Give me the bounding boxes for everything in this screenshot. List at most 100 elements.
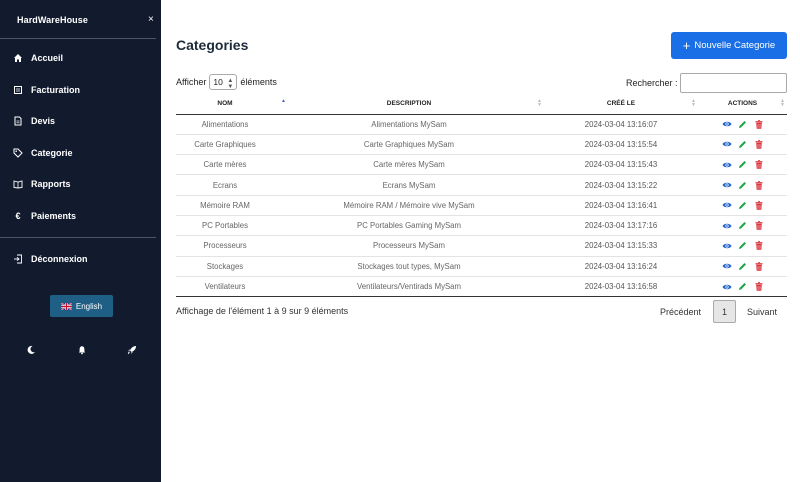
table-row: Ecrans Ecrans MySam 2024-03-04 13:15:22 [176,175,787,196]
column-header-created[interactable]: Créé le ▲ ▼ [544,94,698,114]
cell-description: Carte mères MySam [373,160,445,170]
view-icon[interactable] [722,160,732,170]
view-icon[interactable] [722,119,732,129]
table-row: Ventilateurs Ventilateurs/Ventirads MySam… [176,276,787,297]
edit-icon[interactable] [738,200,748,210]
cell-name: PC Portables [202,221,248,231]
cell-name: Mémoire RAM [200,200,250,210]
chevron-updown-icon: ▲ ▼ [227,78,234,90]
brand-name: HardWareHouse [17,15,88,25]
column-header-label: Créé le [606,100,636,108]
sidebar-item-devis[interactable]: Devis [13,113,153,129]
delete-icon[interactable] [754,160,764,170]
cell-actions [698,134,787,154]
edit-icon[interactable] [738,139,748,149]
edit-icon[interactable] [738,119,748,129]
sidebar-item-facturation[interactable]: Facturation [13,82,153,98]
cell-name: Alimentations [201,119,249,129]
view-icon[interactable] [722,200,732,210]
invoice-icon [13,85,23,95]
edit-icon[interactable] [738,160,748,170]
page-length-select[interactable]: 10 ▲ ▼ [209,74,238,90]
logout-icon [13,254,23,264]
delete-icon[interactable] [754,282,764,292]
cell-name: Ventilateurs [204,282,246,292]
sidebar-item-accueil[interactable]: Accueil [13,50,153,66]
cell-description: Ecrans MySam [382,180,436,190]
view-icon[interactable] [722,180,732,190]
sidebar-item-categorie[interactable]: Categorie [13,145,153,161]
document-icon [13,116,23,126]
search-input[interactable] [680,73,787,93]
cell-actions [698,276,787,296]
home-icon [13,53,23,63]
sidebar: HardWareHouse × Accueil Facturation Devi… [0,0,161,482]
moon-icon[interactable] [26,345,36,355]
cell-actions [698,155,787,175]
view-icon[interactable] [722,261,732,271]
sidebar-item-label: Devis [31,116,56,126]
bell-icon[interactable] [77,345,87,355]
tag-icon [13,148,23,158]
column-header-description[interactable]: Description ▲ ▼ [274,94,544,114]
cell-description: Stockages tout types, MySam [357,261,461,271]
column-header-nom[interactable]: Nom ▲ [176,94,286,114]
edit-icon[interactable] [738,261,748,271]
sort-icon: ▲ ▼ [691,98,696,108]
cell-created: 2024-03-04 13:16:41 [584,200,658,210]
book-icon [13,179,23,189]
sidebar-item-label: Categorie [31,148,73,158]
delete-icon[interactable] [754,200,764,210]
delete-icon[interactable] [754,180,764,190]
column-header-label: Actions [727,100,758,108]
page-length-value: 10 [213,77,223,87]
edit-icon[interactable] [738,221,748,231]
cell-created: 2024-03-04 13:16:58 [584,282,658,292]
sidebar-item-paiements[interactable]: € Paiements [13,208,153,224]
view-icon[interactable] [722,139,732,149]
sidebar-item-label: Accueil [31,53,64,63]
cell-description: Carte Graphiques MySam [363,139,455,149]
delete-icon[interactable] [754,119,764,129]
pagination-next[interactable]: Suivant [747,300,777,323]
column-header-actions[interactable]: Actions ▲ ▼ [698,94,787,114]
divider [0,38,156,39]
view-icon[interactable] [722,241,732,251]
sort-icon: ▲ ▼ [780,98,785,108]
cell-actions [698,114,787,134]
pagination-previous[interactable]: Précédent [660,300,701,323]
rocket-icon[interactable] [127,345,137,355]
sidebar-item-rapports[interactable]: Rapports [13,176,153,192]
new-category-button[interactable]: + Nouvelle Categorie [671,32,787,59]
sidebar-item-label: Déconnexion [31,254,88,264]
delete-icon[interactable] [754,221,764,231]
sidebar-item-deconnexion[interactable]: Déconnexion [13,251,153,267]
cell-created: 2024-03-04 13:15:22 [584,180,658,190]
cell-actions [698,256,787,276]
table-row: Stockages Stockages tout types, MySam 2024… [176,256,787,277]
edit-icon[interactable] [738,180,748,190]
show-prefix: Afficher [176,77,207,87]
sidebar-item-label: Facturation [31,85,81,95]
sidebar-item-label: Rapports [31,179,71,189]
table-row: Carte mères Carte mères MySam 2024-03-04 1… [176,155,787,175]
cell-actions [698,175,787,195]
delete-icon[interactable] [754,139,764,149]
table-header-row: Nom ▲ Description ▲ ▼ Créé le ▲ ▼ Actions … [176,94,787,114]
view-icon[interactable] [722,221,732,231]
language-button[interactable]: English [50,295,113,317]
delete-icon[interactable] [754,261,764,271]
cell-created: 2024-03-04 13:16:24 [584,261,658,271]
search-label: Rechercher : [626,78,678,88]
cell-description: Mémoire RAM / Mémoire vive MySam [343,200,475,210]
view-icon[interactable] [722,282,732,292]
delete-icon[interactable] [754,241,764,251]
cell-description: Alimentations MySam [371,119,447,129]
cell-actions [698,195,787,215]
edit-icon[interactable] [738,241,748,251]
close-sidebar-button[interactable]: × [148,14,154,25]
edit-icon[interactable] [738,282,748,292]
sort-icon: ▲ ▼ [537,98,542,108]
pagination-page-1[interactable]: 1 [713,300,736,323]
cell-description: PC Portables Gaming MySam [357,221,461,231]
